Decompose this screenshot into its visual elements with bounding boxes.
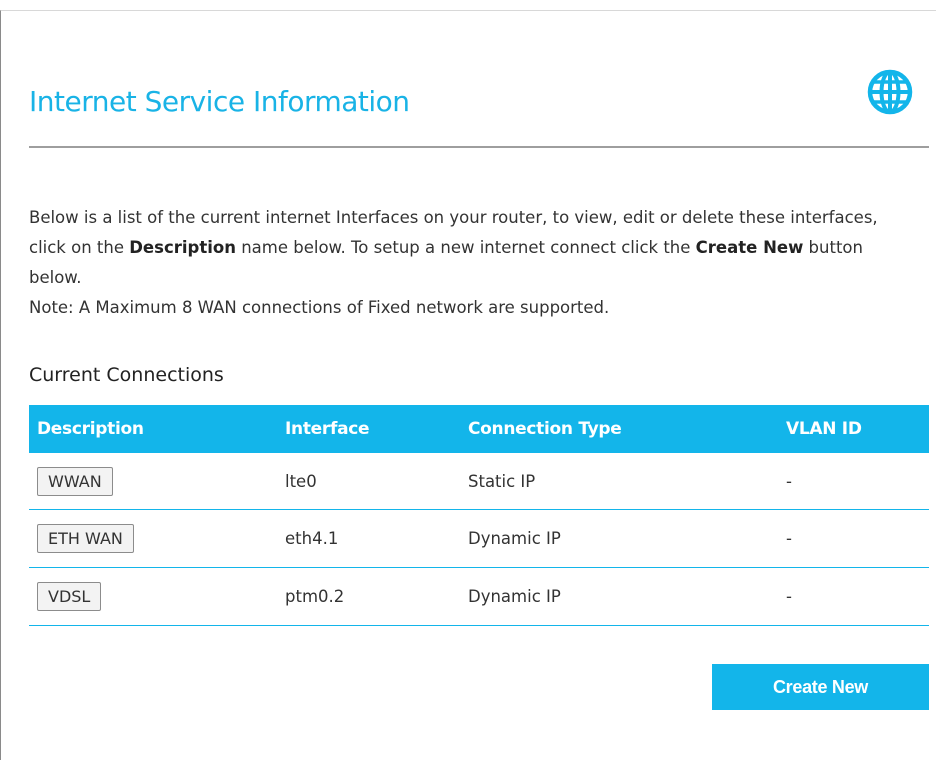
- header-vlan-id: VLAN ID: [778, 405, 929, 453]
- cell-vlan-id: -: [778, 509, 929, 568]
- cell-connection-type: Dynamic IP: [460, 509, 778, 568]
- page-title: Internet Service Information: [29, 85, 410, 118]
- header-interface: Interface: [277, 405, 460, 453]
- intro-note: Note: A Maximum 8 WAN connections of Fix…: [29, 298, 610, 317]
- cell-vlan-id: -: [778, 453, 929, 510]
- intro-text: Below is a list of the current internet …: [29, 203, 919, 323]
- cell-interface: ptm0.2: [277, 567, 460, 626]
- intro-create-word: Create New: [695, 238, 804, 257]
- cell-connection-type: Static IP: [460, 453, 778, 510]
- cell-description: WWAN: [29, 453, 277, 510]
- header-connection-type: Connection Type: [460, 405, 778, 453]
- cell-description: VDSL: [29, 567, 277, 626]
- cell-interface: lte0: [277, 453, 460, 510]
- connection-vdsl-button[interactable]: VDSL: [37, 582, 102, 611]
- globe-icon: [867, 69, 913, 115]
- cell-vlan-id: -: [778, 567, 929, 626]
- cell-interface: eth4.1: [277, 509, 460, 568]
- header-description: Description: [29, 405, 277, 453]
- connection-eth-wan-button[interactable]: ETH WAN: [37, 524, 134, 553]
- intro-text-part2: name below. To setup a new internet conn…: [235, 238, 696, 257]
- table-row: ETH WAN eth4.1 Dynamic IP -: [29, 509, 929, 568]
- cell-description: ETH WAN: [29, 509, 277, 568]
- table-row: WWAN lte0 Static IP -: [29, 453, 929, 510]
- table-row: VDSL ptm0.2 Dynamic IP -: [29, 567, 929, 626]
- title-divider: [29, 146, 929, 148]
- table-header-row: Description Interface Connection Type VL…: [29, 405, 929, 453]
- create-new-button[interactable]: Create New: [712, 664, 929, 710]
- connection-wwan-button[interactable]: WWAN: [37, 466, 113, 496]
- intro-description-word: Description: [129, 238, 236, 257]
- connections-table: Description Interface Connection Type VL…: [29, 405, 929, 626]
- cell-connection-type: Dynamic IP: [460, 567, 778, 626]
- section-title-current-connections: Current Connections: [29, 364, 224, 386]
